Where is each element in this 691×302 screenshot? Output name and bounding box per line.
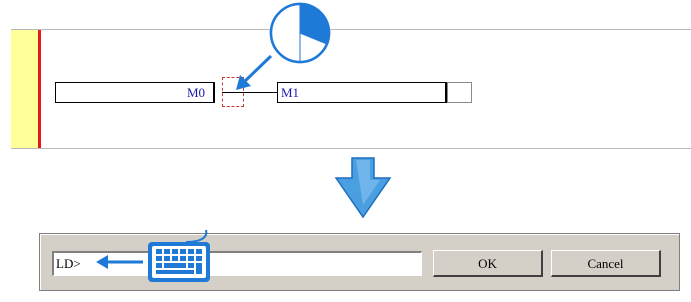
contact-m0[interactable]: M0 — [55, 82, 215, 103]
rung-gutter — [11, 30, 38, 148]
stage: M0 M1 OK Cancel — [0, 0, 691, 302]
cancel-button[interactable]: Cancel — [551, 250, 661, 277]
ok-button[interactable]: OK — [433, 250, 543, 277]
ladder-editor[interactable]: M0 M1 — [11, 29, 691, 149]
down-arrow-icon — [334, 157, 392, 219]
empty-cell[interactable] — [447, 82, 472, 103]
instruction-input[interactable] — [52, 251, 422, 276]
instruction-input-dialog: OK Cancel — [39, 233, 680, 291]
insertion-cursor[interactable] — [222, 77, 244, 107]
contact-operand: M0 — [186, 85, 205, 100]
left-power-rail — [38, 30, 41, 148]
coil-operand: M1 — [281, 85, 300, 100]
contact-m1[interactable]: M1 — [277, 82, 447, 103]
